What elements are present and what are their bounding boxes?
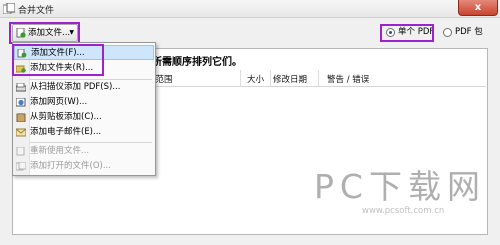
close-button[interactable]: x	[458, 0, 498, 16]
column-header-warnings-errors[interactable]: 警告 / 错误	[327, 73, 369, 85]
menu-separator	[30, 142, 152, 143]
menu-item-label: 重新使用文件...	[30, 146, 90, 156]
menu-item-add-open-files: 添加打开的文件(O)...	[14, 159, 154, 174]
clipboard-icon	[16, 113, 26, 122]
menu-item-label: 从剪贴板添加(C)...	[30, 112, 102, 122]
menu-item-label: 添加网页(W)...	[30, 97, 88, 107]
menu-item-add-email[interactable]: 添加电子邮件(E)...	[14, 125, 154, 140]
menu-item-add-from-scanner[interactable]: 从扫描仪添加 PDF(S)...	[14, 80, 154, 95]
column-header-modified-date[interactable]: 修改日期	[273, 73, 307, 85]
window-title: 合并文件	[18, 6, 55, 16]
column-header-size[interactable]: 大小	[247, 73, 264, 85]
reuse-files-icon	[16, 147, 25, 156]
column-separator	[270, 70, 271, 86]
menu-item-add-from-clipboard[interactable]: 从剪贴板添加(C)...	[14, 110, 154, 125]
highlight-box-add-button	[9, 22, 80, 44]
column-separator	[240, 70, 241, 86]
email-icon	[16, 128, 26, 137]
menu-item-label: 从扫描仪添加 PDF(S)...	[30, 82, 121, 92]
menu-item-add-web-page[interactable]: 添加网页(W)...	[14, 95, 154, 110]
watermark-url: www.pcsoft.com.cn	[362, 206, 445, 216]
open-files-icon	[16, 162, 26, 171]
watermark-text: PC下载网	[314, 167, 486, 206]
highlight-box-single-pdf	[380, 24, 434, 42]
menu-item-reuse-files: 重新使用文件...	[14, 144, 154, 159]
highlight-box-menu-items	[12, 44, 104, 76]
instruction-text: 所需顺序排列它们。	[152, 57, 242, 68]
menu-item-label: 添加电子邮件(E)...	[30, 127, 102, 137]
app-icon	[3, 3, 15, 14]
column-separator	[318, 70, 319, 86]
scanner-icon	[16, 83, 26, 92]
title-bar: 合并文件 x	[0, 0, 500, 18]
web-page-icon	[16, 98, 26, 107]
radio-unselected-icon	[443, 28, 452, 37]
pdf-package-label: PDF 包	[455, 27, 483, 37]
menu-item-label: 添加打开的文件(O)...	[30, 161, 111, 171]
